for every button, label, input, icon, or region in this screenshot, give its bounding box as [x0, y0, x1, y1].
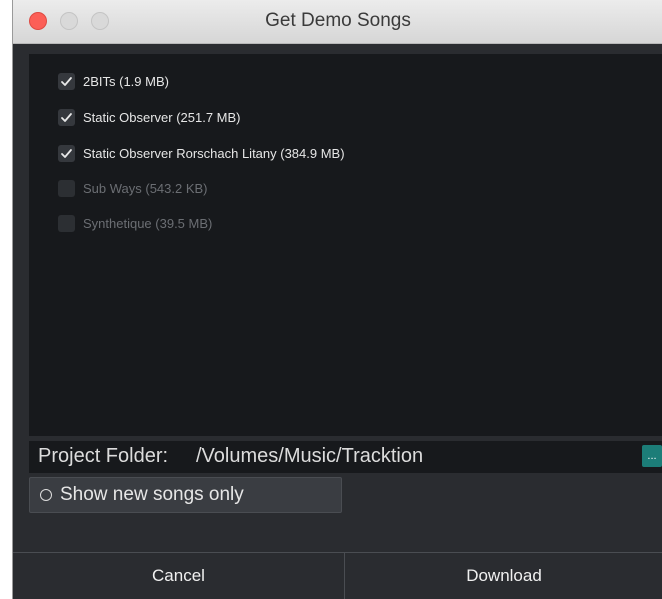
- radio-circle-icon[interactable]: [40, 489, 52, 501]
- song-checkbox[interactable]: [58, 144, 75, 162]
- song-item-synthetique: Synthetique (39.5 MB): [58, 212, 212, 234]
- song-label: Synthetique (39.5 MB): [83, 215, 213, 231]
- song-checkbox[interactable]: [58, 72, 75, 90]
- song-label: Sub Ways (543.2 KB): [83, 180, 208, 196]
- title-bar[interactable]: Get Demo Songs: [13, 0, 662, 44]
- show-new-songs-only-toggle[interactable]: Show new songs only: [29, 477, 342, 513]
- song-checkbox: [58, 214, 75, 232]
- checkmark-icon: [61, 112, 72, 122]
- song-item-static-observer-rorschach-litany[interactable]: Static Observer Rorschach Litany (384.9 …: [58, 142, 345, 164]
- cancel-button[interactable]: Cancel: [13, 553, 345, 599]
- download-button[interactable]: Download: [345, 553, 662, 599]
- window-title: Get Demo Songs: [265, 10, 411, 31]
- get-demo-songs-dialog: Get Demo Songs 2BITs (1.9 MB) Static Obs…: [12, 0, 662, 599]
- project-folder-label: Project Folder:: [38, 445, 169, 467]
- song-label: Static Observer Rorschach Litany (384.9 …: [83, 145, 345, 161]
- song-checkbox: [58, 179, 75, 197]
- checkmark-icon: [61, 76, 72, 86]
- project-folder-bar: Project Folder: /Volumes/Music/Tracktion…: [29, 441, 662, 473]
- song-item-sub-ways: Sub Ways (543.2 KB): [58, 177, 208, 199]
- dialog-footer: Cancel Download: [13, 552, 662, 599]
- song-item-static-observer[interactable]: Static Observer (251.7 MB): [58, 106, 241, 128]
- project-folder-path: /Volumes/Music/Tracktion: [196, 445, 424, 467]
- song-list: 2BITs (1.9 MB) Static Observer (251.7 MB…: [29, 54, 662, 436]
- browse-folder-button[interactable]: ...: [642, 445, 662, 467]
- song-checkbox[interactable]: [58, 108, 75, 126]
- song-label: 2BITs (1.9 MB): [83, 73, 169, 89]
- song-label: Static Observer (251.7 MB): [83, 109, 241, 125]
- show-new-songs-only-label: Show new songs only: [60, 484, 244, 505]
- song-item-2bits[interactable]: 2BITs (1.9 MB): [58, 70, 169, 92]
- checkmark-icon: [61, 148, 72, 158]
